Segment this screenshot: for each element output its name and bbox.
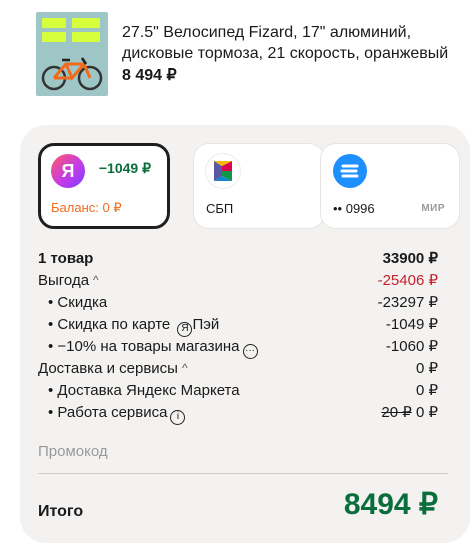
items-row: 1 товар 33900 ₽ [38, 248, 438, 270]
card-discount-row: • Скидка по карте Я Пэй -1049 ₽ [38, 314, 438, 337]
items-value: 33900 ₽ [382, 250, 438, 267]
product-price: 8 494 ₽ [122, 67, 177, 84]
total-label: Итого [38, 503, 84, 520]
product-title[interactable]: 27.5" Велосипед Fizard, 17" алюминий, ди… [122, 22, 462, 64]
delivery-services-label: Доставка и сервисы [38, 360, 178, 377]
service-old-value: 20 ₽ [381, 404, 412, 421]
discount-value: -23297 ₽ [377, 294, 438, 311]
chevron-up-icon[interactable]: ^ [93, 269, 99, 291]
store-discount-label: • −10% на товары магазина [48, 338, 240, 355]
payment-option-yandex-pay[interactable]: Я −1049 ₽ Баланс: 0 ₽ [38, 143, 170, 229]
benefit-label: Выгода [38, 272, 90, 289]
discount-row: • Скидка -23297 ₽ [38, 292, 438, 314]
store-discount-row: • −10% на товары магазина ··· -1060 ₽ [38, 336, 438, 359]
card-discount-value: -1049 ₽ [385, 316, 438, 333]
cashback-amount: −1049 ₽ [98, 160, 151, 176]
total-value: 8494 ₽ [343, 488, 438, 521]
price-breakdown: 1 товар 33900 ₽ Выгода ^ -25406 ₽ • Скидк… [38, 248, 438, 425]
bank-card-logo-icon [333, 154, 367, 188]
benefit-row[interactable]: Выгода ^ -25406 ₽ [38, 270, 438, 292]
promo-input[interactable] [38, 436, 448, 466]
card-discount-suffix: Пэй [192, 316, 220, 333]
info-icon[interactable]: i [170, 410, 186, 425]
delivery-label: • Доставка Яндекс Маркета [48, 382, 240, 399]
checkout-card: Я −1049 ₽ Баланс: 0 ₽ СБП •• 0996 МИР 1 … [20, 125, 470, 543]
sbp-label: СБП [206, 201, 234, 216]
payment-option-sbp[interactable]: СБП [193, 143, 325, 229]
sbp-logo-icon [206, 154, 240, 188]
product-summary: 27.5" Велосипед Fizard, 17" алюминий, ди… [36, 12, 466, 98]
yandex-pay-logo-icon: Я [51, 154, 85, 188]
card-discount-label: • Скидка по карте [48, 316, 171, 333]
delivery-services-value: 0 ₽ [415, 360, 438, 377]
yandex-pay-icon: Я [177, 322, 193, 337]
delivery-services-row[interactable]: Доставка и сервисы ^ 0 ₽ [38, 358, 438, 380]
chevron-up-icon[interactable]: ^ [182, 357, 188, 379]
service-value: 0 ₽ [415, 404, 438, 421]
discount-label: • Скидка [48, 294, 108, 311]
delivery-row: • Доставка Яндекс Маркета 0 ₽ [38, 380, 438, 402]
benefit-value: -25406 ₽ [377, 272, 438, 289]
service-label: • Работа сервиса [48, 404, 168, 421]
promo-field[interactable] [38, 436, 448, 474]
payment-option-card[interactable]: •• 0996 МИР [320, 143, 460, 229]
balance-label: Баланс: 0 ₽ [51, 200, 122, 215]
mir-logo: МИР [421, 203, 445, 214]
items-label: 1 товар [38, 250, 94, 267]
more-icon[interactable]: ··· [242, 344, 258, 359]
product-image[interactable] [36, 12, 108, 96]
store-discount-value: -1060 ₽ [385, 338, 438, 355]
delivery-value: 0 ₽ [415, 382, 438, 399]
service-row: • Работа сервиса i 20 ₽ 0 ₽ [38, 402, 438, 425]
card-number: •• 0996 [333, 201, 375, 216]
